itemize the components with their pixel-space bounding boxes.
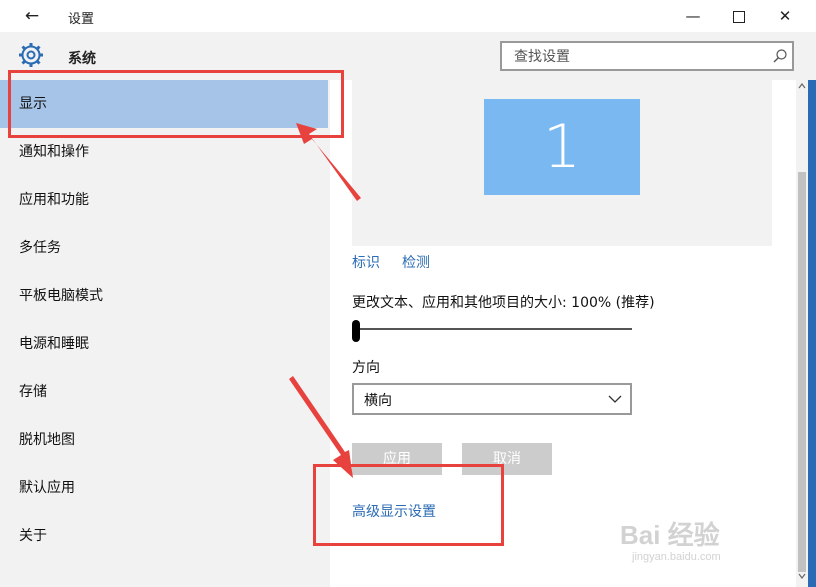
sidebar-item-power-sleep[interactable]: 电源和睡眠 [0, 320, 328, 368]
search-input[interactable] [512, 48, 756, 66]
sidebar-item-offline-maps[interactable]: 脱机地图 [0, 416, 328, 464]
maximize-icon[interactable] [716, 0, 762, 32]
orientation-value: 横向 [364, 393, 392, 409]
orientation-select[interactable]: 横向 [352, 383, 632, 415]
monitor-arrangement: 1 [352, 80, 772, 246]
back-arrow-icon[interactable]: ← [16, 4, 48, 28]
scroll-down-icon[interactable] [798, 572, 806, 580]
scale-slider-thumb[interactable] [352, 320, 360, 342]
search-box[interactable] [500, 41, 794, 71]
annotation-box-display [8, 70, 344, 138]
search-icon[interactable] [772, 48, 788, 64]
title-bar: ← 设置 — ✕ [0, 0, 816, 32]
sidebar-item-default-apps[interactable]: 默认应用 [0, 464, 328, 512]
scale-slider-track[interactable] [352, 328, 632, 330]
annotation-box-advanced [313, 464, 504, 546]
window-edge [808, 80, 816, 587]
sidebar-item-multitasking[interactable]: 多任务 [0, 224, 328, 272]
watermark: Bai 经验 jingyan.baidu.com [620, 515, 780, 571]
close-icon[interactable]: ✕ [762, 0, 808, 32]
sidebar-item-storage[interactable]: 存储 [0, 368, 328, 416]
monitor-tile[interactable]: 1 [484, 99, 640, 195]
sidebar: 显示 通知和操作 应用和功能 多任务 平板电脑模式 电源和睡眠 存储 脱机地图 … [0, 80, 330, 587]
scrollbar-thumb[interactable] [798, 172, 806, 572]
gear-icon [19, 43, 43, 67]
orientation-label: 方向 [352, 360, 380, 376]
identify-link[interactable]: 标识 [352, 252, 380, 272]
window-title: 设置 [68, 12, 95, 27]
sidebar-item-apps[interactable]: 应用和功能 [0, 176, 328, 224]
chevron-down-icon [608, 395, 622, 403]
sidebar-item-about[interactable]: 关于 [0, 512, 328, 560]
minimize-icon[interactable]: — [670, 0, 716, 32]
sidebar-item-tablet-mode[interactable]: 平板电脑模式 [0, 272, 328, 320]
page-title: 系统 [68, 51, 96, 67]
scale-label: 更改文本、应用和其他项目的大小: 100% (推荐) [352, 295, 655, 311]
watermark-logo: Bai 经验 [620, 520, 720, 550]
scroll-up-icon[interactable] [798, 82, 806, 90]
scrollbar[interactable] [796, 80, 808, 587]
detect-link[interactable]: 检测 [402, 252, 430, 272]
watermark-url: jingyan.baidu.com [632, 551, 721, 563]
